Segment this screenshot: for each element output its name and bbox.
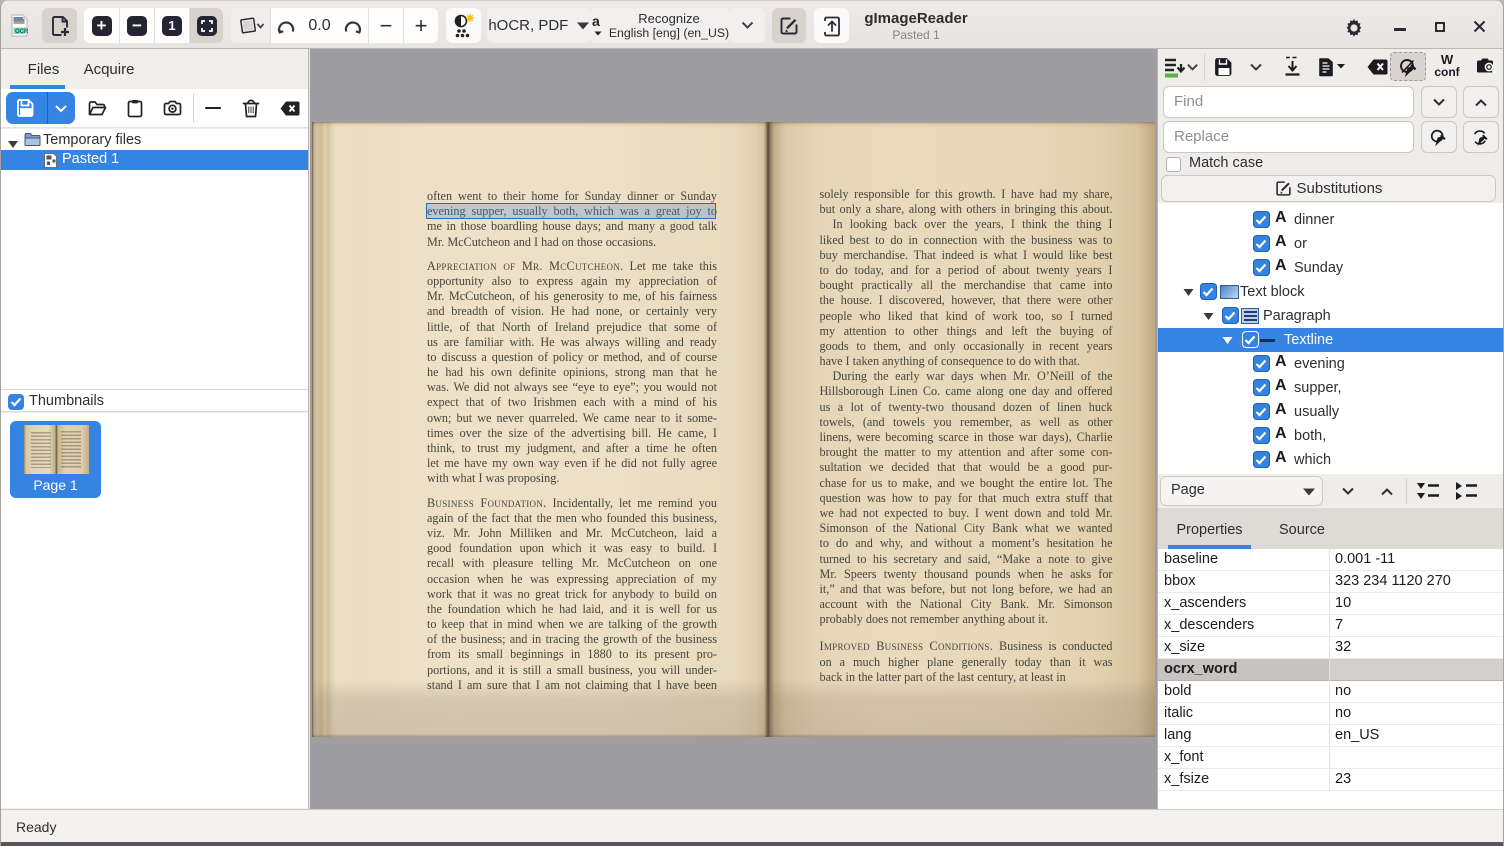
svg-text:a: a xyxy=(592,13,600,29)
svg-text:OCR: OCR xyxy=(15,29,28,35)
